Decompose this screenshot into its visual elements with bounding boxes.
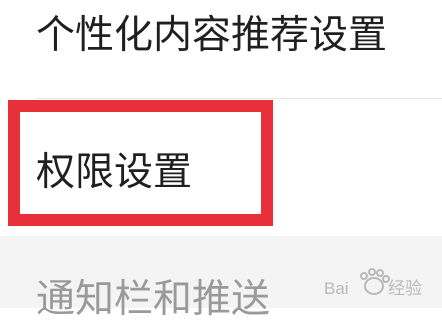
settings-item-label: 个性化内容推荐设置 bbox=[36, 13, 388, 58]
svg-text:经验: 经验 bbox=[388, 279, 422, 298]
baidu-jingyan-watermark: Bai 经验 bbox=[324, 268, 422, 298]
svg-text:Bai: Bai bbox=[324, 279, 349, 298]
settings-item-personalized-recommendations[interactable]: 个性化内容推荐设置 bbox=[0, 0, 442, 98]
settings-item-label: 通知栏和推送 bbox=[36, 277, 271, 322]
highlight-annotation-box bbox=[8, 100, 273, 226]
